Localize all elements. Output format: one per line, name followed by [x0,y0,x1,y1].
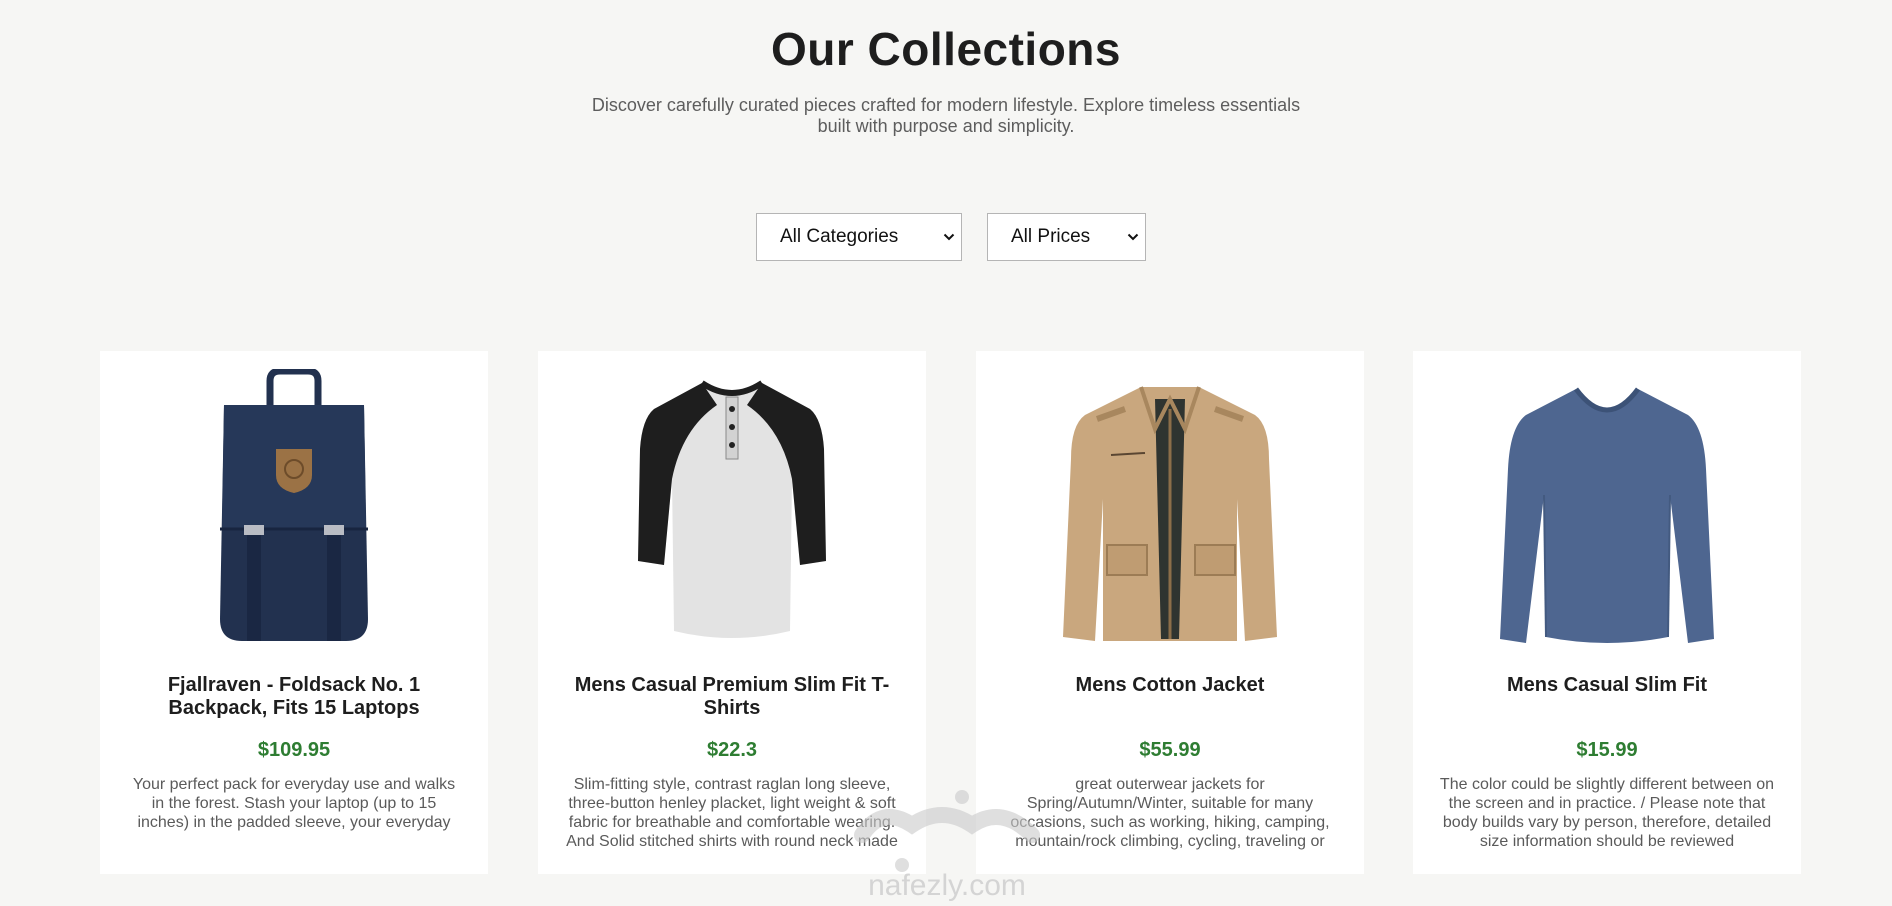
product-card[interactable]: Mens Casual Premium Slim Fit T-Shirts $2… [538,351,926,874]
product-description: great outerwear jackets for Spring/Autum… [1010,776,1330,850]
product-image [976,369,1364,649]
category-select-value: All Categories [780,226,899,247]
product-card[interactable]: Mens Casual Slim Fit $15.99 The color co… [1413,351,1801,874]
category-select[interactable]: All Categories [756,213,962,261]
page-subtitle: Discover carefully curated pieces crafte… [591,95,1301,136]
product-title[interactable]: Fjallraven - Foldsack No. 1 Backpack, Fi… [130,674,458,720]
backpack-image [220,369,368,641]
product-price: $22.3 [706,739,758,761]
product-image [100,369,488,649]
chevron-down-icon [1127,233,1139,241]
chevron-down-icon [943,233,955,241]
product-image [538,369,926,649]
price-select-value: All Prices [1011,226,1091,247]
product-title[interactable]: Mens Casual Premium Slim Fit T-Shirts [568,674,896,720]
product-card[interactable]: Fjallraven - Foldsack No. 1 Backpack, Fi… [100,351,488,874]
filter-bar: All Categories All Prices [756,213,1146,261]
product-price: $15.99 [1576,739,1638,761]
product-description: Your perfect pack for everyday use and w… [132,776,456,831]
product-title[interactable]: Mens Casual Slim Fit [1443,674,1771,697]
price-select[interactable]: All Prices [987,213,1146,261]
long-sleeve-shirt-image [1500,387,1714,643]
product-price: $55.99 [1139,739,1201,761]
product-description: Slim-fitting style, contrast raglan long… [566,776,898,850]
product-title[interactable]: Mens Cotton Jacket [1006,674,1334,697]
product-image [1413,369,1801,649]
product-price: $109.95 [257,739,331,761]
product-description: The color could be slightly different be… [1439,776,1775,850]
product-card[interactable]: Mens Cotton Jacket $55.99 great outerwea… [976,351,1364,874]
raglan-shirt-image [638,380,826,638]
page-title: Our Collections [771,23,1121,75]
jacket-image [1063,386,1277,641]
